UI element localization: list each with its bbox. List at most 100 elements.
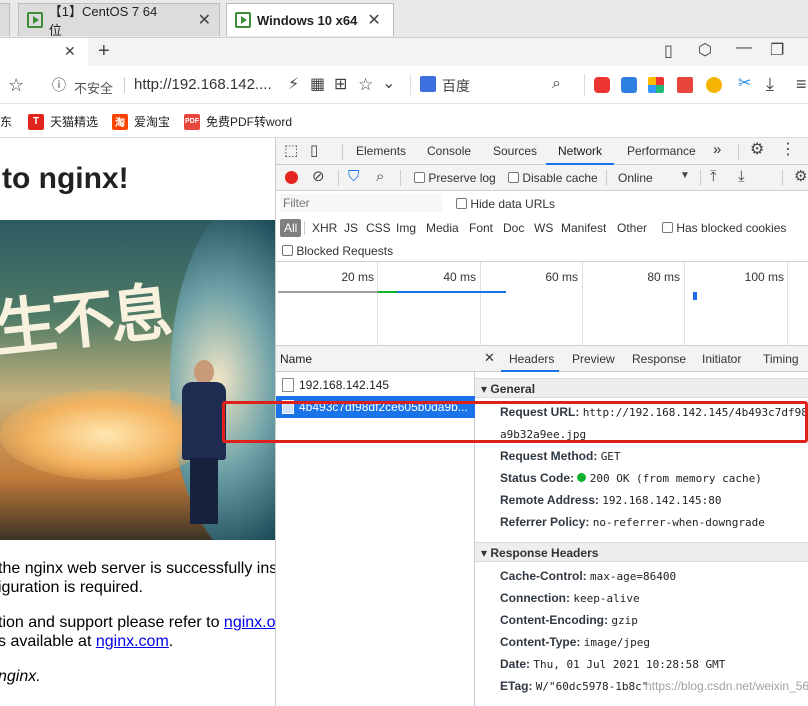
- vm-tab-windows[interactable]: Windows 10 x64 ✕: [226, 3, 394, 36]
- checkbox[interactable]: [508, 172, 519, 183]
- hide-data-urls-toggle[interactable]: Hide data URLs: [456, 197, 555, 211]
- nginx-com-link[interactable]: nginx.com: [96, 633, 169, 650]
- lightning-icon[interactable]: ⚡: [288, 77, 299, 93]
- vm-tab-partial[interactable]: [0, 3, 10, 36]
- close-icon[interactable]: ✕: [64, 44, 76, 58]
- close-icon[interactable]: ✕: [484, 350, 495, 366]
- request-row[interactable]: 192.168.142.145: [276, 374, 475, 396]
- checkbox[interactable]: [662, 222, 673, 233]
- game-icon[interactable]: [594, 77, 610, 93]
- moon-icon[interactable]: [706, 77, 722, 93]
- star-icon[interactable]: ☆: [8, 76, 24, 94]
- tab-elements[interactable]: Elements: [356, 144, 406, 158]
- blocked-requests-toggle[interactable]: Blocked Requests: [282, 244, 393, 258]
- filter-input[interactable]: [280, 194, 442, 212]
- header-row-status: Status Code: 200 OK (from memory cache): [500, 471, 762, 485]
- has-blocked-cookies-toggle[interactable]: Has blocked cookies: [662, 221, 786, 235]
- scissors-icon[interactable]: ✂: [738, 76, 751, 92]
- preserve-log-toggle[interactable]: Preserve log: [414, 171, 496, 185]
- apps-icon[interactable]: [648, 77, 664, 93]
- extension-icon[interactable]: ⬡: [698, 43, 712, 59]
- search-icon[interactable]: ⌕: [552, 76, 561, 92]
- translate-icon[interactable]: ⊞: [334, 77, 347, 93]
- vm-tab-bar: 【1】CentOS 7 64 位 ✕ Windows 10 x64 ✕: [0, 0, 808, 38]
- close-icon[interactable]: ✕: [367, 10, 380, 30]
- status-dot-icon: [577, 473, 587, 482]
- tab-performance[interactable]: Performance: [627, 144, 696, 158]
- reader-icon[interactable]: ▯: [664, 44, 673, 60]
- pdf-ext-icon[interactable]: [677, 77, 693, 93]
- type-filter-doc[interactable]: Doc: [499, 219, 528, 237]
- body-text-span: .: [168, 633, 174, 650]
- device-icon[interactable]: ▯: [310, 143, 318, 158]
- download-icon[interactable]: ⤓: [766, 75, 774, 93]
- address-bar-row: ☆ ⓘ 不安全 http://192.168.142.... ⚡ ▦ ⊞ ☆ ⌄…: [0, 66, 808, 104]
- header-value: http://192.168.142.145/4b493c7df98d: [582, 406, 808, 419]
- url-field[interactable]: http://192.168.142....: [134, 76, 272, 93]
- bookmark-taobao[interactable]: 淘 爱淘宝: [112, 113, 170, 130]
- type-filter-xhr[interactable]: XHR: [308, 219, 341, 237]
- record-icon[interactable]: [285, 171, 298, 184]
- minimize-icon[interactable]: —: [736, 40, 752, 56]
- translate-ext-icon[interactable]: [621, 77, 637, 93]
- type-filter-img[interactable]: Img: [392, 219, 420, 237]
- tab-preview[interactable]: Preview: [572, 352, 615, 366]
- type-filter-manifest[interactable]: Manifest: [557, 219, 610, 237]
- search-icon[interactable]: ⌕: [376, 169, 384, 184]
- qr-icon[interactable]: ▦: [310, 77, 325, 93]
- import-har-icon[interactable]: ⤒: [710, 169, 717, 184]
- chevron-down-icon[interactable]: ⌄: [382, 76, 395, 92]
- gear-icon[interactable]: ⚙: [750, 142, 764, 158]
- search-engine-label[interactable]: 百度: [442, 76, 470, 96]
- tab-console[interactable]: Console: [427, 144, 471, 158]
- type-filter-ws[interactable]: WS: [530, 219, 557, 237]
- tab-sources[interactable]: Sources: [493, 144, 537, 158]
- general-section-header[interactable]: ▾ General: [475, 378, 808, 398]
- type-filter-css[interactable]: CSS: [362, 219, 395, 237]
- divider: [584, 74, 585, 96]
- bookmark-tmall[interactable]: T 天猫精选: [28, 113, 98, 130]
- browser-tab[interactable]: ✕: [0, 38, 88, 66]
- header-row-remote: Remote Address: 192.168.142.145:80: [500, 493, 721, 507]
- nginx-org-link[interactable]: nginx.o: [224, 614, 275, 631]
- tab-network[interactable]: Network: [558, 144, 602, 158]
- more-tabs-icon[interactable]: »: [713, 141, 721, 158]
- close-icon[interactable]: ✕: [198, 10, 211, 30]
- new-tab-button[interactable]: +: [98, 41, 110, 61]
- favorite-icon[interactable]: ☆: [358, 76, 373, 93]
- timeline-gridline: [480, 262, 481, 346]
- checkbox[interactable]: [282, 245, 293, 256]
- bookmark-jd[interactable]: 京东: [0, 113, 12, 130]
- restore-icon[interactable]: ❐: [770, 43, 784, 59]
- web-page: to nginx! 生不息 the nginx web server is su…: [0, 138, 275, 706]
- checkbox[interactable]: [456, 198, 467, 209]
- type-filter-js[interactable]: JS: [340, 219, 362, 237]
- tab-timing[interactable]: Timing: [763, 352, 799, 366]
- throttling-select[interactable]: Online: [618, 171, 653, 185]
- tab-response[interactable]: Response: [632, 352, 686, 366]
- settings-icon[interactable]: ⚙: [794, 169, 807, 184]
- type-filter-all[interactable]: All: [280, 219, 302, 237]
- type-filter-font[interactable]: Font: [465, 219, 497, 237]
- kebab-menu-icon[interactable]: ⋮: [780, 142, 796, 158]
- header-row: Content-Type: image/jpeg: [500, 635, 650, 649]
- info-icon[interactable]: ⓘ: [52, 78, 66, 92]
- response-headers-section-header[interactable]: ▾ Response Headers: [475, 542, 808, 562]
- menu-icon[interactable]: ≡: [796, 75, 807, 93]
- clear-icon[interactable]: ⊘: [312, 169, 325, 184]
- tab-initiator[interactable]: Initiator: [702, 352, 741, 366]
- header-row: Connection: keep-alive: [500, 591, 640, 605]
- disable-cache-toggle[interactable]: Disable cache: [508, 171, 598, 185]
- type-filter-other[interactable]: Other: [613, 219, 651, 237]
- filter-icon[interactable]: ⛉: [348, 169, 359, 184]
- vm-tab-centos[interactable]: 【1】CentOS 7 64 位 ✕: [18, 3, 220, 38]
- export-har-icon[interactable]: ⤓: [738, 169, 745, 184]
- checkbox[interactable]: [414, 172, 425, 183]
- bookmark-pdf[interactable]: PDF 免费PDF转word: [184, 113, 292, 130]
- tab-headers[interactable]: Headers: [509, 352, 554, 366]
- inspect-icon[interactable]: ⬚: [284, 143, 298, 158]
- name-column-header[interactable]: Name: [276, 346, 475, 372]
- type-filter-media[interactable]: Media: [422, 219, 463, 237]
- dropdown-arrow-icon[interactable]: ▼: [680, 171, 690, 181]
- request-row-selected[interactable]: 4b493c7df98df2ce605b0da9b...: [276, 396, 475, 418]
